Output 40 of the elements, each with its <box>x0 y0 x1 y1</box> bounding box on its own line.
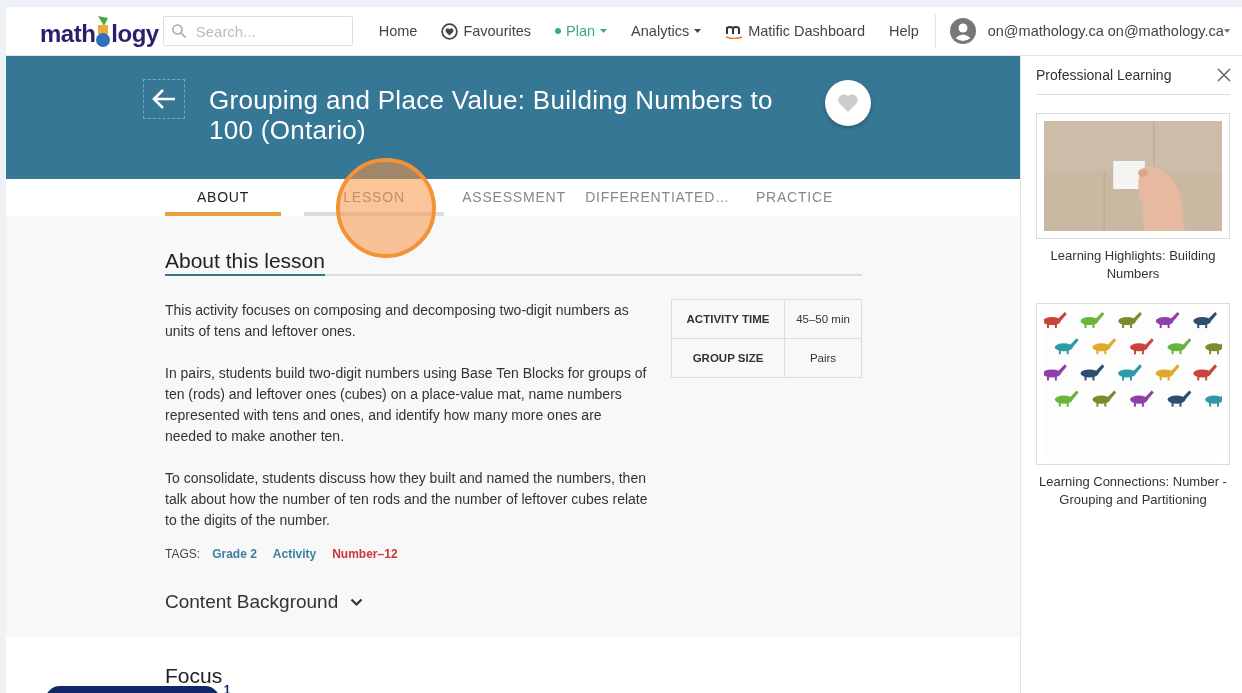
tag-link[interactable]: Number–12 <box>332 547 398 561</box>
m-logo-icon <box>725 23 744 39</box>
table-cell: GROUP SIZE <box>671 338 785 378</box>
nav-link[interactable]: Matific Dashboard <box>713 23 877 39</box>
close-icon[interactable] <box>1217 68 1231 82</box>
nav-link[interactable]: Home <box>366 23 430 39</box>
lesson-title: Grouping and Place Value: Building Numbers to 100 (Ontario) <box>209 85 774 145</box>
nav-link[interactable]: Analytics <box>619 23 714 39</box>
favourite-button[interactable] <box>825 80 871 126</box>
paragraph: To consolidate, students discuss how they built and named the numbers, then talk about how the number of ten rods and the number of leftover cubes relate to the digits of the number. <box>165 469 649 530</box>
paragraph: In pairs, students build two-digit numbers using Base Ten Blocks for groups of ten (rods) and leftover ones (cubes) on a place-value mat, name numbers represented with tens and ones, and identify how many more ones are needed to make another ten. <box>165 364 648 446</box>
card-caption[interactable]: Learning Connections: Number - Grouping and Partitioning <box>1036 473 1230 509</box>
tag-link[interactable]: Grade 2 <box>212 547 257 561</box>
caret-icon[interactable] <box>1223 29 1230 33</box>
section-heading: About this lesson <box>165 249 325 276</box>
search-icon <box>171 24 186 38</box>
user-email[interactable]: on@mathology.ca on@mathology.ca <box>987 23 1224 39</box>
nav-link[interactable]: Favourites <box>429 22 544 40</box>
logo[interactable]: math logy <box>40 14 159 48</box>
back-button[interactable] <box>143 79 185 119</box>
table-cell: ACTIVITY TIME <box>671 299 785 339</box>
section-heading: Focus <box>165 664 224 688</box>
logo-mark-icon <box>94 14 113 48</box>
table-cell: 45–50 min <box>784 299 862 339</box>
avatar-icon[interactable] <box>949 18 976 44</box>
panel-title: Professional Learning <box>1036 67 1172 83</box>
tag-link[interactable]: Activity <box>272 547 317 561</box>
card-caption[interactable]: Learning Highlights: Building Numbers <box>1036 247 1230 283</box>
thumbnail-card[interactable] <box>1036 113 1230 239</box>
table-cell: Pairs <box>784 338 862 378</box>
content-background-toggle[interactable]: Content Background <box>165 591 364 613</box>
heart-icon <box>837 93 859 113</box>
thumbnail-card[interactable] <box>1036 303 1230 465</box>
nav-link[interactable]: Help <box>877 23 931 39</box>
tags-label: TAGS: <box>165 547 201 561</box>
search-field[interactable]: Search... <box>162 16 353 46</box>
back-arrow-icon <box>152 88 176 110</box>
chevron-down-icon <box>350 597 364 607</box>
tab[interactable]: PRACTICE <box>758 179 831 216</box>
paragraph: This activity focuses on composing and decomposing two-digit numbers as units of tens and leftover ones. <box>165 301 630 341</box>
